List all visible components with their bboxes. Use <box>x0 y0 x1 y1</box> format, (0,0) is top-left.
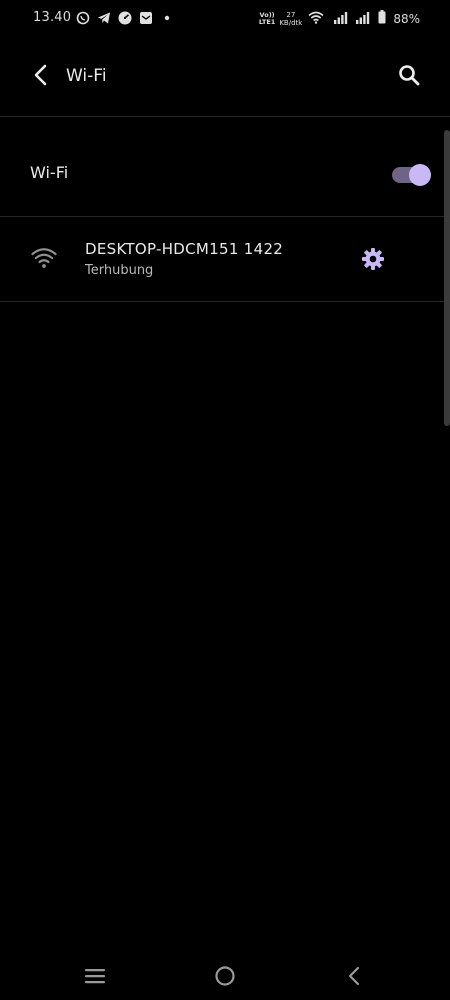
volte-line2: LTE1 <box>258 17 276 26</box>
home-button[interactable] <box>211 962 239 990</box>
battery-icon <box>378 9 386 28</box>
navigation-bar <box>0 950 450 1000</box>
notification-icons <box>75 10 174 25</box>
mail-icon <box>138 10 153 25</box>
divider <box>0 116 450 117</box>
wifi-toggle-switch[interactable] <box>392 164 432 186</box>
dot-icon <box>159 10 174 25</box>
status-right: Vo)) LTE1 27 KB/dtk 88% <box>259 9 420 28</box>
speedometer-icon <box>117 10 132 25</box>
battery-percent: 88% <box>393 11 420 26</box>
search-button[interactable] <box>394 60 424 90</box>
network-settings-button[interactable] <box>360 246 386 272</box>
status-bar: 13.40 Vo)) LTE1 27 KB/dtk 88% <box>0 0 450 36</box>
net-speed-unit: KB/dtk <box>279 18 303 27</box>
wifi-status-icon <box>308 9 324 28</box>
wifi-toggle-label: Wi-Fi <box>30 163 69 182</box>
net-speed-value: 27 <box>286 10 296 19</box>
network-name: DESKTOP-HDCM151 1422 <box>85 240 284 258</box>
search-icon <box>399 65 420 86</box>
back-nav-button[interactable] <box>340 962 368 990</box>
recent-apps-button[interactable] <box>81 962 109 990</box>
menu-icon <box>85 969 105 984</box>
wifi-toggle-row[interactable]: Wi-Fi <box>0 118 445 216</box>
back-arrow-icon <box>34 64 47 86</box>
back-chevron-icon <box>348 966 360 986</box>
network-status: Terhubung <box>85 263 154 278</box>
volte-indicator: Vo)) LTE1 <box>259 12 275 25</box>
divider <box>0 301 450 302</box>
page-title: Wi-Fi <box>66 66 107 86</box>
home-circle-icon <box>215 966 235 986</box>
signal-sim2-icon <box>356 9 370 28</box>
app-bar: Wi-Fi <box>0 44 450 108</box>
gear-icon <box>362 248 384 270</box>
net-speed: 27 KB/dtk <box>279 11 302 27</box>
wifi-signal-icon <box>31 248 57 268</box>
toggle-thumb <box>409 164 431 186</box>
network-list-item[interactable]: DESKTOP-HDCM151 1422 Terhubung <box>0 217 445 301</box>
whatsapp-icon <box>75 10 90 25</box>
telegram-icon <box>96 10 111 25</box>
back-button[interactable] <box>26 60 56 90</box>
signal-sim1-icon <box>334 9 348 28</box>
scrollbar[interactable] <box>444 130 450 426</box>
status-time: 13.40 <box>33 10 72 25</box>
